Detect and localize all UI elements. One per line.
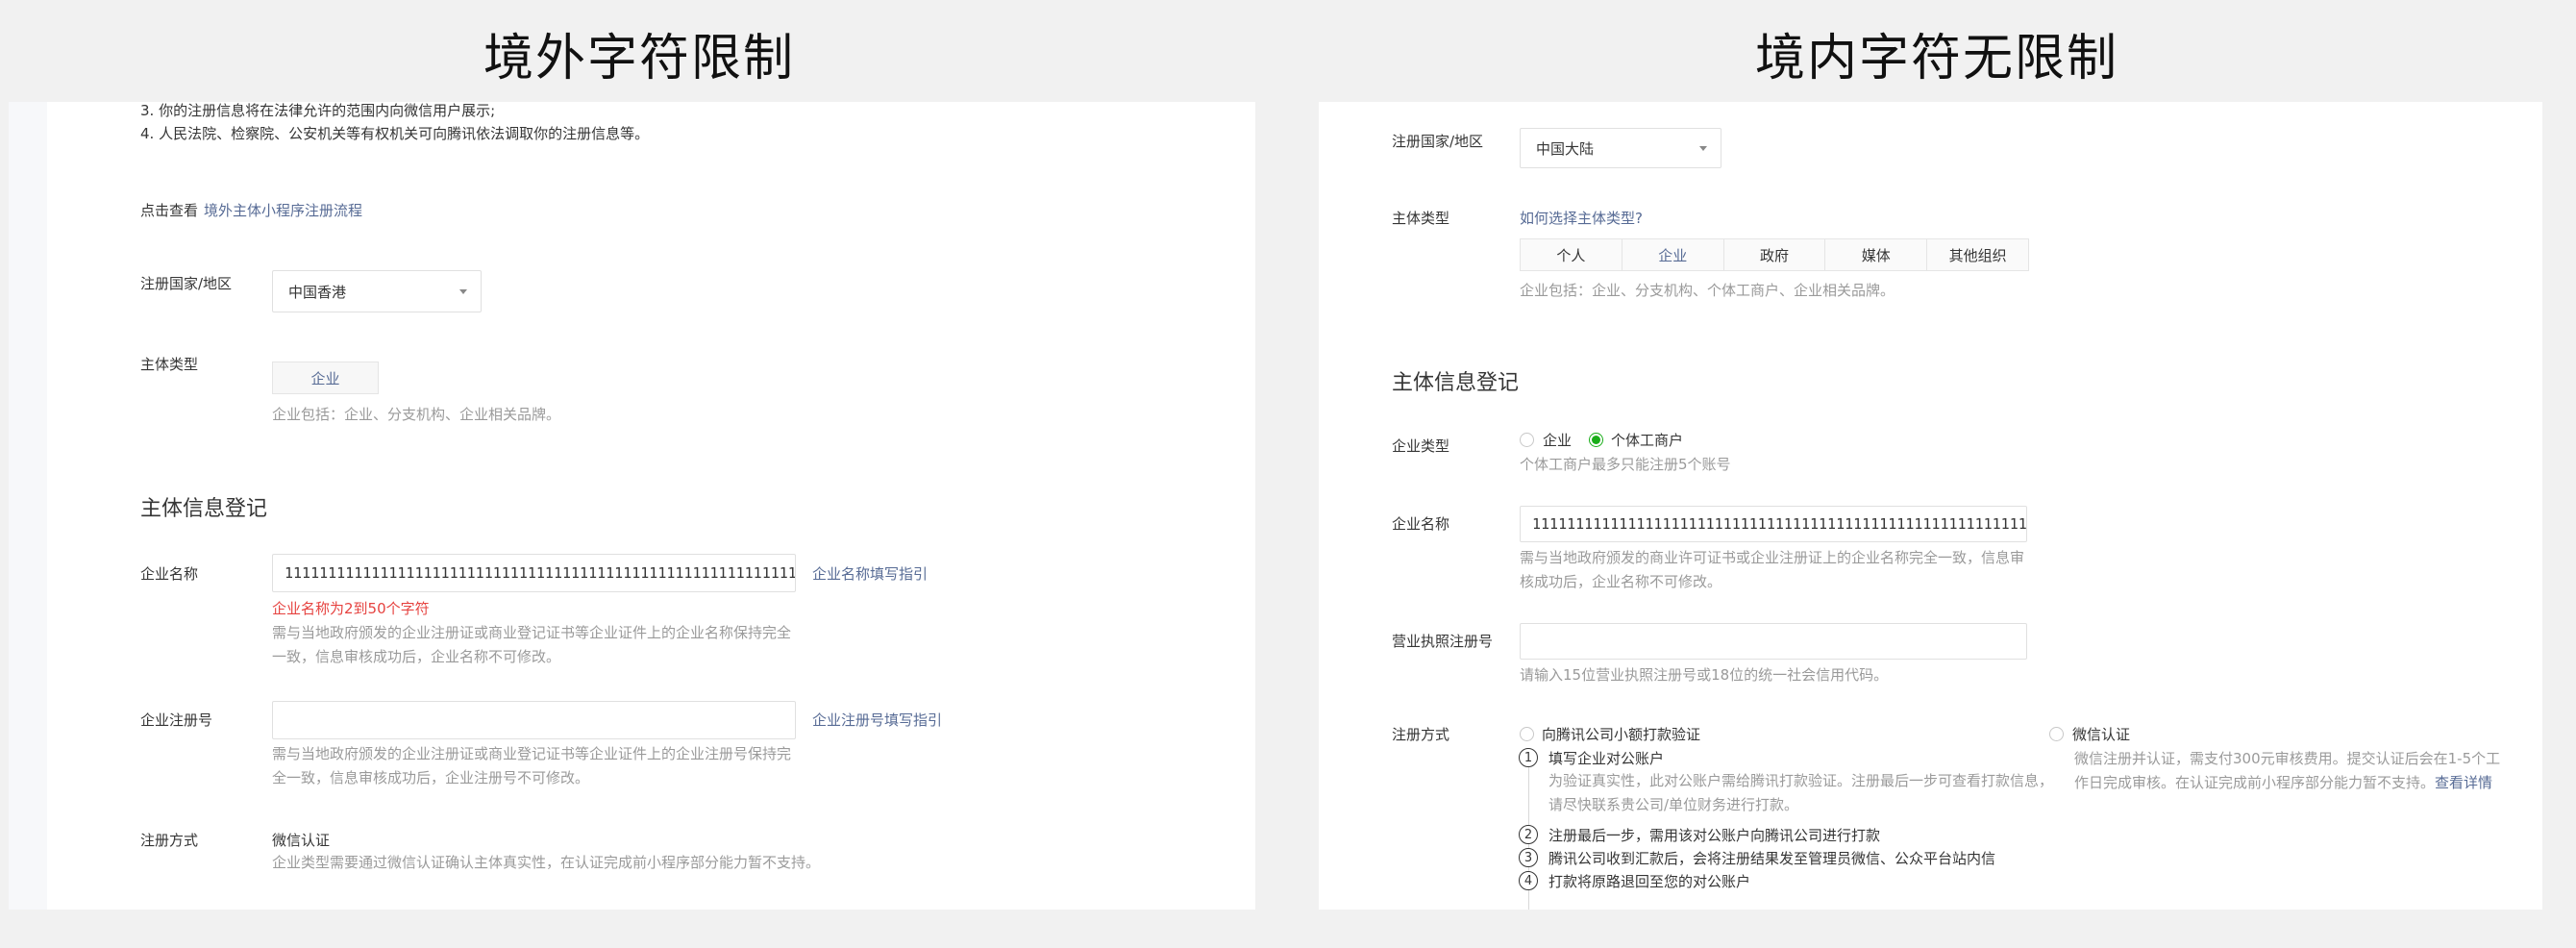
r-company-type-opt1-label: 企业	[1543, 432, 1573, 449]
r-entity-type-government[interactable]: 政府	[1724, 239, 1826, 270]
radio-icon[interactable]	[2049, 727, 2064, 741]
r-entity-type-hint: 企业包括：企业、分支机构、个体工商户、企业相关品牌。	[1520, 282, 1895, 299]
r-company-name-hint-2: 核成功后，企业名称不可修改。	[1520, 573, 1722, 590]
entity-type-label: 主体类型	[140, 356, 199, 373]
r-company-type-opt2-label: 个体工商户	[1611, 432, 1684, 449]
left-panel-sidebar-strip	[9, 102, 47, 910]
reg-no-input[interactable]	[272, 701, 796, 739]
r-country-select[interactable]: 中国大陆	[1520, 128, 1721, 168]
r-country-label: 注册国家/地区	[1392, 133, 1484, 150]
chevron-down-icon	[1699, 146, 1707, 151]
step-4-title: 打款将原路退回至您的对公账户	[1548, 873, 1751, 890]
r-method-opt2-detail-link[interactable]: 查看详情	[2435, 774, 2492, 791]
entity-type-enterprise-tag[interactable]: 企业	[272, 362, 379, 394]
step-2-number: 2	[1519, 825, 1538, 844]
r-company-type-hint: 个体工商户最多只能注册5个账号	[1520, 456, 1731, 473]
left-panel-title: 境外字符限制	[483, 30, 796, 87]
r-company-type-individual-option[interactable]: 个体工商户	[1589, 430, 1683, 450]
r-license-hint: 请输入15位营业执照注册号或18位的统一社会信用代码。	[1520, 666, 1889, 684]
r-country-select-value: 中国大陆	[1536, 139, 1595, 158]
r-company-name-hint-1: 需与当地政府颁发的商业许可证书或企业注册证上的企业名称完全一致，信息审	[1520, 549, 2025, 566]
view-flow-prefix: 点击查看	[140, 202, 199, 219]
left-panel: 3. 你的注册信息将在法律允许的范围内向微信用户展示; 4. 人民法院、检察院、…	[9, 102, 1255, 910]
step-1-title: 填写企业对公账户	[1548, 750, 1665, 767]
r-license-label: 营业执照注册号	[1392, 633, 1494, 650]
notice-line-4: 4. 人民法院、检察院、公安机关等有权机关可向腾讯依法调取你的注册信息等。	[140, 125, 650, 142]
reg-no-hint-1: 需与当地政府颁发的企业注册证或商业登记证书等企业证件上的企业注册号保持完	[272, 745, 792, 762]
r-entity-type-segment: 个人 企业 政府 媒体 其他组织	[1520, 238, 2029, 271]
country-select-value: 中国香港	[288, 283, 347, 301]
company-name-error: 企业名称为2到50个字符	[272, 600, 430, 617]
step-1-desc-1: 为验证真实性，此对公账户需给腾讯打款验证。注册最后一步可查看打款信息，	[1548, 772, 2054, 789]
r-method-wechat-option[interactable]: 微信认证	[2049, 724, 2130, 744]
method-value: 微信认证	[272, 832, 331, 849]
r-entity-type-enterprise[interactable]: 企业	[1622, 239, 1724, 270]
section-title-entity-info: 主体信息登记	[140, 497, 268, 521]
method-hint: 企业类型需要通过微信认证确认主体真实性，在认证完成前小程序部分能力暂不支持。	[272, 854, 821, 871]
right-panel-title: 境内字符无限制	[1755, 30, 2119, 87]
step-3-number: 3	[1519, 848, 1538, 867]
notice-line-3: 3. 你的注册信息将在法律允许的范围内向微信用户展示;	[140, 102, 496, 119]
r-method-label: 注册方式	[1392, 726, 1450, 743]
r-method-opt2-hint-2: 作日完成审核。在认证完成前小程序部分能力暂不支持。	[2074, 774, 2436, 791]
overseas-flow-link[interactable]: 境外主体小程序注册流程	[204, 200, 362, 220]
r-entity-type-other[interactable]: 其他组织	[1927, 239, 2028, 270]
radio-checked-icon[interactable]	[1589, 433, 1603, 447]
step-1-desc-2: 请尽快联系贵公司/单位财务进行打款。	[1548, 796, 1799, 813]
step-1-number: 1	[1519, 748, 1538, 767]
r-entity-type-personal[interactable]: 个人	[1521, 239, 1622, 270]
step-3-title: 腾讯公司收到汇款后，会将注册结果发至管理员微信、公众平台站内信	[1548, 850, 1996, 867]
r-company-type-label: 企业类型	[1392, 437, 1450, 455]
company-name-guide-link[interactable]: 企业名称填写指引	[812, 563, 928, 584]
reg-no-label: 企业注册号	[140, 711, 213, 729]
company-name-hint-2: 一致，信息审核成功后，企业名称不可修改。	[272, 648, 561, 665]
radio-icon[interactable]	[1520, 727, 1534, 741]
r-entity-type-media[interactable]: 媒体	[1825, 239, 1928, 270]
company-name-label: 企业名称	[140, 565, 199, 583]
right-panel: 注册国家/地区 中国大陆 主体类型 如何选择主体类型? 个人 企业 政府 媒体 …	[1319, 102, 2542, 910]
r-company-name-label: 企业名称	[1392, 515, 1450, 533]
r-method-transfer-option[interactable]: 向腾讯公司小额打款验证	[1520, 724, 1700, 744]
r-section-title-entity-info: 主体信息登记	[1392, 371, 1520, 395]
r-company-type-enterprise-option[interactable]: 企业	[1520, 430, 1572, 450]
radio-icon[interactable]	[1520, 433, 1534, 447]
step-4-number: 4	[1519, 871, 1538, 890]
entity-type-hint: 企业包括：企业、分支机构、企业相关品牌。	[272, 406, 561, 423]
company-name-input[interactable]: 1111111111111111111111111111111111111111…	[272, 554, 796, 592]
r-method-opt2-hint-1: 微信注册并认证，需支付300元审核费用。提交认证后会在1-5个工	[2074, 750, 2501, 767]
r-license-input[interactable]	[1520, 623, 2027, 660]
r-entity-type-help-link[interactable]: 如何选择主体类型?	[1520, 208, 1643, 228]
reg-no-hint-2: 全一致，信息审核成功后，企业注册号不可修改。	[272, 769, 590, 786]
r-method-opt2-hint-line2: 作日完成审核。在认证完成前小程序部分能力暂不支持。查看详情	[2074, 771, 2492, 795]
r-company-name-input[interactable]: 1111111111111111111111111111111111111111…	[1520, 506, 2027, 542]
r-method-opt2-label: 微信认证	[2072, 726, 2131, 743]
method-label: 注册方式	[140, 832, 199, 849]
country-label: 注册国家/地区	[140, 275, 233, 292]
company-name-hint-1: 需与当地政府颁发的企业注册证或商业登记证书等企业证件上的企业名称保持完全	[272, 624, 792, 641]
step-2-title: 注册最后一步，需用该对公账户向腾讯公司进行打款	[1548, 827, 1881, 844]
reg-no-guide-link[interactable]: 企业注册号填写指引	[812, 710, 942, 730]
country-select[interactable]: 中国香港	[272, 270, 482, 312]
r-method-opt1-label: 向腾讯公司小额打款验证	[1542, 726, 1701, 743]
chevron-down-icon	[459, 289, 467, 294]
r-entity-type-label: 主体类型	[1392, 210, 1450, 227]
